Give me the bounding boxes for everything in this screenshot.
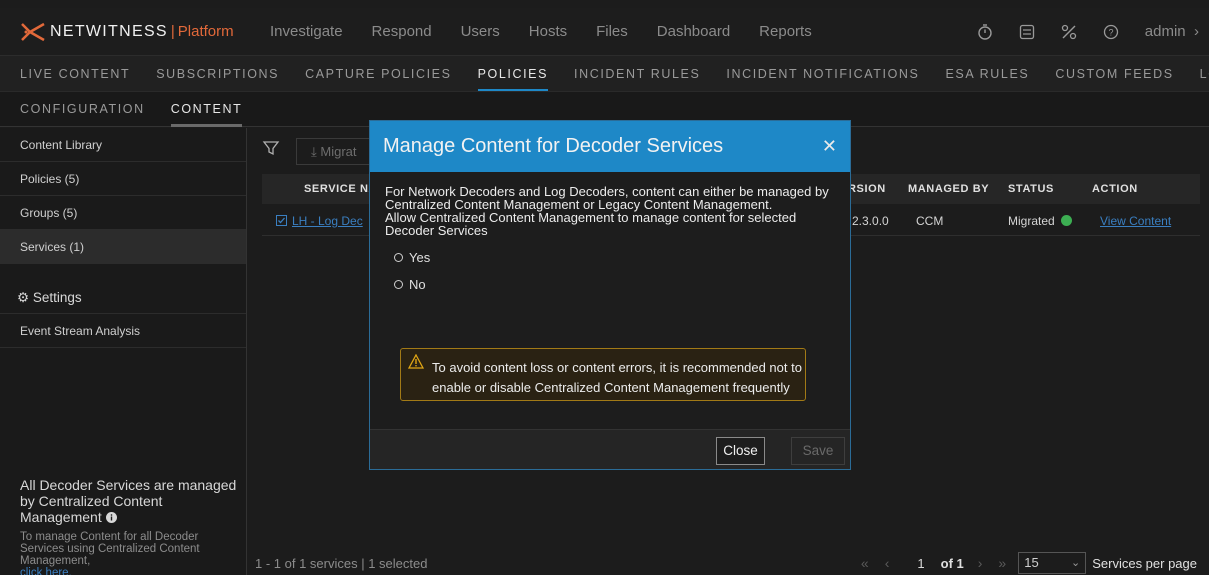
warning-line2: enable or disable Centralized Content Ma… — [432, 380, 790, 395]
dialog-header: Manage Content for Decoder Services ✕ — [370, 121, 850, 172]
warning-banner: To avoid content loss or content errors,… — [400, 348, 806, 401]
radio-no-label: No — [409, 277, 426, 292]
modal-overlay: Manage Content for Decoder Services ✕ Fo… — [0, 0, 1209, 575]
radio-no-circle[interactable] — [394, 280, 403, 289]
radio-yes[interactable]: Yes — [394, 250, 834, 265]
radio-yes-circle[interactable] — [394, 253, 403, 262]
warning-line1: To avoid content loss or content errors,… — [432, 360, 802, 375]
close-button[interactable]: Close — [716, 437, 765, 465]
save-button[interactable]: Save — [791, 437, 845, 465]
dialog-title: Manage Content for Decoder Services — [383, 135, 724, 157]
close-icon[interactable]: ✕ — [822, 136, 837, 157]
dialog-question-line2: Decoder Services — [385, 223, 488, 238]
warning-icon — [407, 353, 425, 373]
dialog-body: For Network Decoders and Log Decoders, c… — [370, 172, 850, 292]
warning-text: To avoid content loss or content errors,… — [432, 358, 804, 398]
radio-no[interactable]: No — [394, 277, 834, 292]
manage-content-dialog: Manage Content for Decoder Services ✕ Fo… — [369, 120, 851, 470]
radio-yes-label: Yes — [409, 250, 431, 265]
dialog-footer: Close Save — [370, 429, 850, 469]
